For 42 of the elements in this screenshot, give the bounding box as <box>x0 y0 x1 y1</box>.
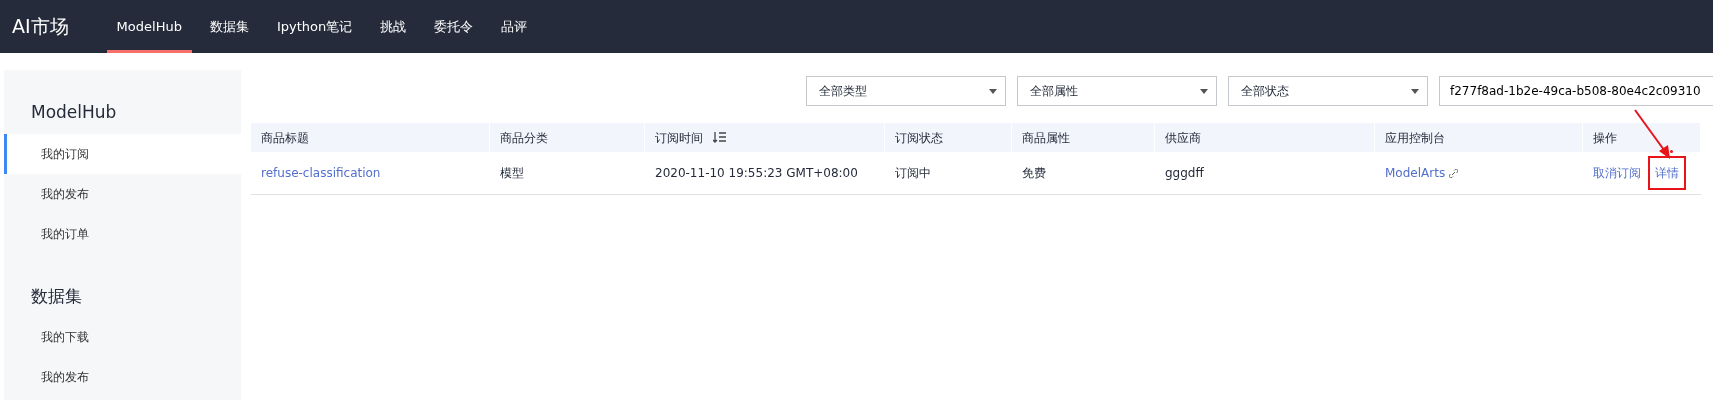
table-cell-text: 2020-11-10 19:55:23 GMT+08:00 <box>655 165 858 182</box>
column-header: 订阅时间 <box>645 123 885 152</box>
console-link[interactable]: ModelArts <box>1385 164 1446 182</box>
column-header: 订阅状态 <box>885 123 1012 152</box>
sidebar-item[interactable]: 我的发布 <box>4 357 241 397</box>
sidebar-item[interactable]: 我的订阅 <box>4 133 241 174</box>
app-title: AI市场 <box>11 14 70 40</box>
nav-tab[interactable]: Ipython笔记 <box>266 0 363 53</box>
search-field[interactable]: f277f8ad-1b2e-49ca-b508-80e4c2c09310 <box>1439 76 1713 106</box>
table-cell-text: 订阅中 <box>895 165 931 182</box>
caret-icon <box>1200 88 1208 94</box>
sidebar-item[interactable]: 我的发布 <box>4 173 241 214</box>
sidebar-heading: ModelHub <box>30 101 118 124</box>
sidebar-item[interactable]: 我的下载 <box>4 317 241 357</box>
column-header: 应用控制台 <box>1375 123 1583 152</box>
nav-tab[interactable]: 数据集 <box>199 0 259 53</box>
table-cell-text: 模型 <box>500 165 524 182</box>
annotation-arrow <box>1633 108 1673 160</box>
column-header: 供应商 <box>1155 123 1375 152</box>
dropdown-select[interactable]: 全部状态 <box>1228 76 1428 106</box>
column-header: 商品分类 <box>490 123 645 152</box>
action-link[interactable]: 详情 <box>1648 156 1686 190</box>
sort-icon[interactable] <box>713 132 726 143</box>
annotation-dot <box>1670 150 1673 153</box>
dropdown-select[interactable]: 全部类型 <box>806 76 1006 106</box>
nav-tab[interactable]: ModelHub <box>106 0 192 53</box>
nav-tab[interactable]: 品评 <box>491 0 538 53</box>
nav-tab[interactable]: 委托令 <box>424 0 484 53</box>
action-link[interactable]: 取消订阅 <box>1593 164 1641 182</box>
column-header: 商品标题 <box>251 123 490 152</box>
column-header: 商品属性 <box>1012 123 1155 152</box>
dropdown-select[interactable]: 全部属性 <box>1017 76 1217 106</box>
sidebar-item[interactable]: 我的订单 <box>4 213 241 254</box>
caret-icon <box>1411 88 1419 94</box>
nav-tab[interactable]: 挑战 <box>370 0 417 53</box>
column-header: 操作 <box>1583 123 1701 152</box>
table-cell-text: 免费 <box>1022 165 1046 182</box>
link-icon <box>1449 168 1459 178</box>
table-cell-text: gggdff <box>1165 165 1204 182</box>
caret-icon <box>989 88 997 94</box>
product-link[interactable]: refuse-classification <box>261 164 381 182</box>
sidebar-heading: 数据集 <box>30 284 83 308</box>
